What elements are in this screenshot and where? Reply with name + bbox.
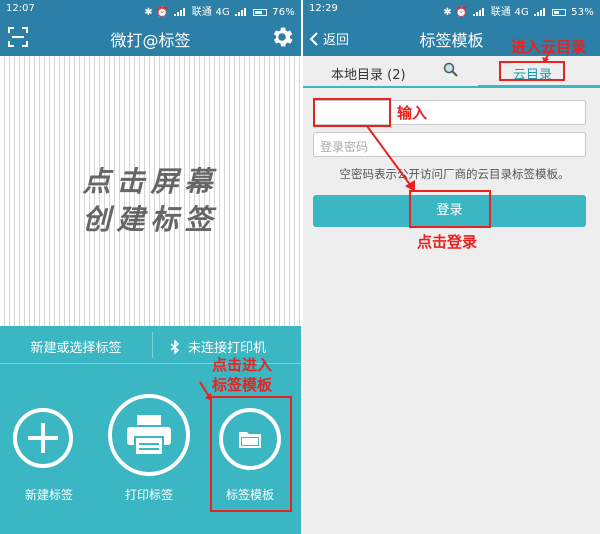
- status-time: 12:29: [309, 3, 338, 14]
- signal-icon: [473, 8, 485, 16]
- active-tab-indicator: [478, 85, 600, 88]
- right-screen: 12:29 ✱ ⏰ 联通 4G 53% 返回 标签模板 本地目录 (2) 云目录…: [303, 0, 600, 534]
- new-or-select-label-button[interactable]: 新建或选择标签: [0, 337, 152, 356]
- battery-icon: [252, 9, 267, 16]
- password-input[interactable]: 登录密码: [313, 132, 586, 157]
- app-title: 微打@标签: [110, 31, 191, 50]
- annotation-highlight-box: [210, 396, 292, 512]
- status-bar: 12:07 ✱ ⏰ 联通 4G 76%: [0, 0, 301, 18]
- tab-local-directory[interactable]: 本地目录 (2): [331, 64, 406, 83]
- alarm-icon: ⏰: [156, 7, 169, 18]
- network-label: 4G: [215, 7, 230, 18]
- canvas-hint-line2: 创建标签: [82, 203, 219, 236]
- annotation-arrow-icon: [366, 125, 415, 192]
- print-label-caption: 打印标签: [124, 488, 173, 502]
- title-bar: 微打@标签: [0, 18, 301, 56]
- annotation-cloud-tab-box: [499, 61, 565, 81]
- bluetooth-icon: ✱: [443, 7, 452, 18]
- annotation-line2: 标签模板: [212, 376, 273, 394]
- annotation-login-box: [409, 190, 491, 228]
- print-label-button[interactable]: [108, 394, 190, 476]
- annotation-input-box: [313, 98, 391, 127]
- new-label-caption: 新建标签: [24, 488, 73, 502]
- status-bar: 12:29 ✱ ⏰ 联通 4G 53%: [303, 0, 600, 18]
- signal-icon-2: [534, 8, 546, 16]
- signal-icon: [174, 8, 186, 16]
- battery-fill: [254, 11, 263, 14]
- printer-status-button[interactable]: 未连接打印机: [170, 337, 266, 356]
- printer-icon: [127, 415, 171, 456]
- annotation-tap-login: 点击登录: [417, 233, 478, 251]
- password-note: 空密码表示公开访问厂商的云目录标签模板。: [339, 167, 570, 181]
- status-time: 12:07: [6, 3, 35, 14]
- label-canvas[interactable]: 点击屏幕 创建标签: [0, 56, 301, 326]
- annotation-input: 输入: [397, 104, 428, 122]
- signal-icon-2: [235, 8, 247, 16]
- search-icon[interactable]: [443, 62, 459, 78]
- annotation-line1: 点击进入: [212, 356, 273, 374]
- battery-percent: 76%: [272, 7, 295, 18]
- bluetooth-icon: ✱: [144, 7, 153, 18]
- battery-icon: [551, 9, 566, 16]
- bluetooth-icon: [170, 339, 180, 354]
- battery-percent: 53%: [571, 7, 594, 18]
- gear-icon[interactable]: [269, 24, 295, 50]
- alarm-icon: ⏰: [455, 7, 468, 18]
- left-screen: 12:07 ✱ ⏰ 联通 4G 76% 微打@标签 点击屏幕 创建标签 新建或选…: [0, 0, 301, 534]
- canvas-hint-line1: 点击屏幕: [82, 165, 219, 198]
- network-label: 4G: [514, 7, 529, 18]
- carrier-label: 联通: [191, 7, 213, 18]
- annotation-arrow-icon: [542, 49, 552, 63]
- printer-status-label: 未连接打印机: [188, 341, 267, 356]
- plus-icon: [28, 423, 58, 453]
- battery-fill: [553, 11, 560, 14]
- new-label-button[interactable]: [13, 408, 73, 468]
- carrier-label: 联通: [490, 7, 512, 18]
- row-separator: [152, 332, 153, 358]
